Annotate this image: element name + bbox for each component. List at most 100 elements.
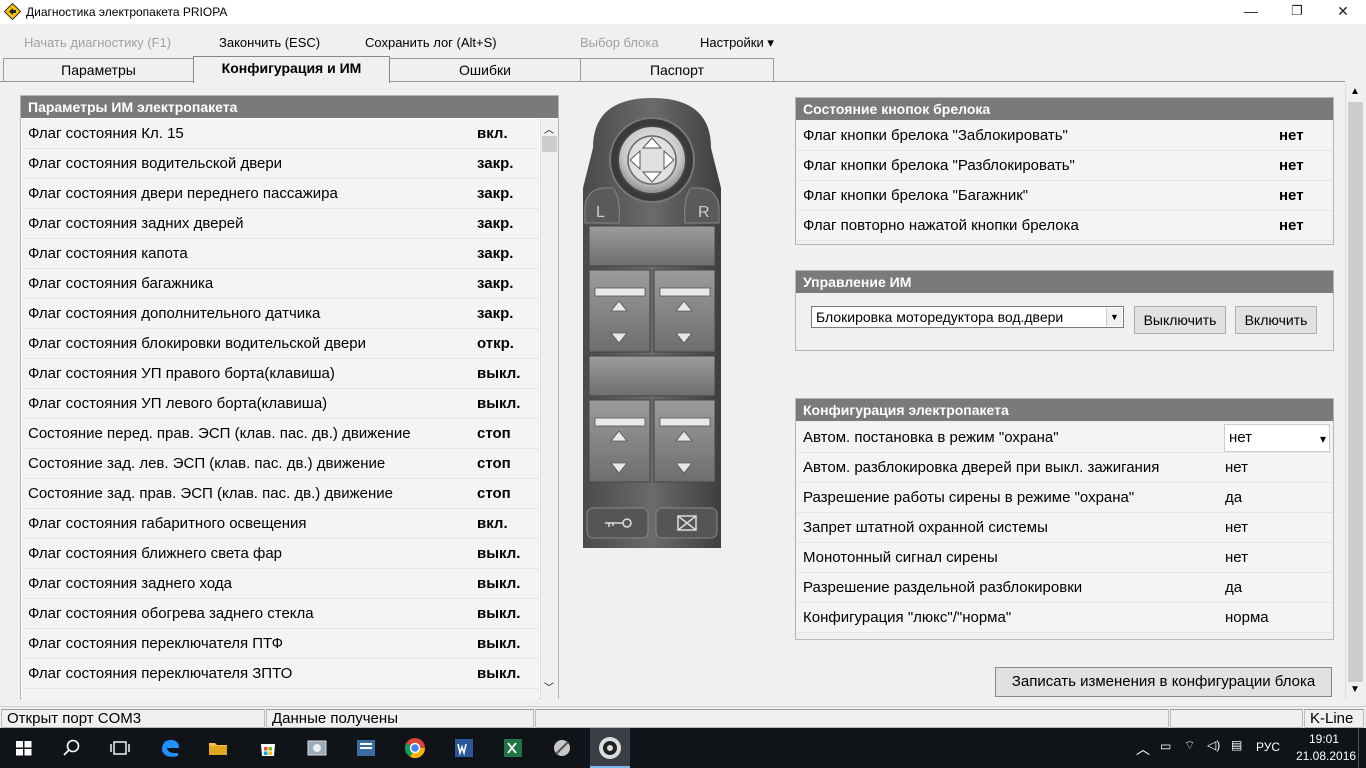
row-label: Состояние зад. лев. ЭСП (клав. пас. дв.)… — [28, 455, 386, 472]
list-item: Флаг состояния ближнего света фар выкл. — [22, 539, 539, 569]
row-value: выкл. — [477, 545, 521, 562]
excel-icon[interactable] — [499, 734, 527, 762]
row-label: Флаг повторно нажатой кнопки брелока — [803, 217, 1079, 234]
row-value: выкл. — [477, 395, 521, 412]
row-value: закр. — [477, 215, 514, 232]
tab-configuration[interactable]: Конфигурация и ИМ — [193, 56, 390, 83]
app-icon-2[interactable] — [352, 734, 380, 762]
row-label: Флаг состояния водительской двери — [28, 155, 283, 172]
row-value: да — [1225, 489, 1243, 506]
app-icon-1[interactable] — [303, 734, 331, 762]
row-value: нет — [1225, 549, 1248, 566]
list-item: Флаг состояния двери переднего пассажира… — [22, 179, 539, 209]
row-label: Флаг состояния двери переднего пассажира — [28, 185, 338, 202]
start-diagnostics-menu[interactable]: Начать диагностику (F1) — [24, 35, 171, 50]
turn-on-button[interactable]: Включить — [1235, 306, 1317, 334]
minimize-button[interactable]: — — [1228, 0, 1274, 24]
scroll-thumb[interactable] — [542, 136, 557, 152]
finish-menu[interactable]: Закончить (ESC) — [219, 35, 320, 50]
row-label: Автом. разблокировка дверей при выкл. за… — [803, 459, 1160, 476]
tab-parameters[interactable]: Параметры — [3, 58, 194, 82]
config-value-select[interactable]: нет ▾ — [1224, 424, 1330, 452]
row-label: Флаг состояния УП правого борта(клавиша) — [28, 365, 335, 382]
list-item: Монотонный сигнал сирены нет — [797, 543, 1332, 573]
status-data: Данные получены — [266, 709, 534, 728]
tray-chevron-icon[interactable]: ︿ — [1136, 739, 1150, 759]
app-icon-3[interactable] — [548, 734, 576, 762]
list-item: Флаг кнопки брелока "Заблокировать" нет — [797, 121, 1332, 151]
clock-date[interactable]: 21.08.2016 — [1296, 749, 1356, 763]
row-value: выкл. — [477, 605, 521, 622]
scroll-up-icon[interactable]: ▲ — [1350, 86, 1360, 97]
im-select[interactable]: Блокировка моторедуктора вод.двери ▼ — [811, 306, 1124, 328]
fob-title: Состояние кнопок брелока — [796, 98, 1333, 120]
list-item: Флаг состояния габаритного освещения вкл. — [22, 509, 539, 539]
windows-start-icon[interactable] — [10, 734, 38, 762]
select-block-menu[interactable]: Выбор блока — [580, 35, 659, 50]
chrome-icon[interactable] — [401, 734, 429, 762]
list-item: Конфигурация "люкс"/"норма" норма — [797, 603, 1332, 633]
row-value: закр. — [477, 275, 514, 292]
row-label: Флаг состояния заднего хода — [28, 575, 232, 592]
list-item: Флаг состояния переключателя ЗПТО выкл. — [22, 659, 539, 689]
row-value: стоп — [477, 425, 511, 442]
list-item: Флаг состояния дополнительного датчика за… — [22, 299, 539, 329]
write-config-button[interactable]: Записать изменения в конфигурации блока — [995, 667, 1332, 697]
notification-icon[interactable]: ▤ — [1231, 738, 1242, 752]
search-icon[interactable] — [58, 734, 86, 762]
priopa-app-icon[interactable] — [596, 734, 624, 762]
clock-time[interactable]: 19:01 — [1309, 732, 1339, 746]
task-view-icon[interactable] — [106, 734, 134, 762]
row-label: Флаг состояния Кл. 15 — [28, 125, 184, 142]
active-app-indicator[interactable] — [590, 728, 630, 768]
status-empty — [535, 709, 1169, 728]
store-icon[interactable] — [254, 734, 282, 762]
scroll-down-icon[interactable]: ﹀ — [544, 679, 554, 694]
dropdown-arrow-icon[interactable]: ▼ — [1106, 308, 1122, 326]
scroll-up-icon[interactable]: ︿ — [544, 121, 554, 136]
row-value: вкл. — [477, 125, 508, 142]
row-label: Флаг состояния блокировки водительской д… — [28, 335, 366, 352]
battery-icon[interactable]: ▭ — [1160, 739, 1171, 753]
row-value: вкл. — [477, 515, 508, 532]
row-label: Разрешение раздельной разблокировки — [803, 579, 1083, 596]
row-value: выкл. — [477, 575, 521, 592]
turn-off-button[interactable]: Выключить — [1134, 306, 1226, 334]
im-params-scrollbar[interactable]: ︿ ﹀ — [540, 119, 558, 699]
main-scrollbar[interactable]: ▲ ▼ — [1345, 84, 1364, 700]
window-title: Диагностика электропакета PRIOPA — [26, 5, 228, 19]
list-item: Флаг состояния заднего хода выкл. — [22, 569, 539, 599]
maximize-button[interactable]: ❐ — [1274, 0, 1320, 24]
main-scroll-thumb[interactable] — [1348, 102, 1363, 682]
language-indicator[interactable]: РУС — [1256, 740, 1280, 754]
close-button[interactable]: ✕ — [1320, 0, 1366, 24]
row-label: Состояние перед. прав. ЭСП (клав. пас. д… — [28, 425, 411, 442]
settings-menu[interactable]: Настройки ▾ — [700, 35, 774, 51]
row-value: закр. — [477, 155, 514, 172]
left-keypad-label: L — [596, 204, 605, 221]
dropdown-arrow-icon[interactable]: ▾ — [1320, 425, 1326, 453]
fob-panel: Состояние кнопок брелока Флаг кнопки бре… — [795, 97, 1334, 245]
volume-icon[interactable]: ◁) — [1207, 738, 1220, 752]
row-value: стоп — [477, 485, 511, 502]
row-label: Состояние зад. прав. ЭСП (клав. пас. дв.… — [28, 485, 393, 502]
wifi-icon[interactable]: ⌔ — [1184, 738, 1195, 753]
title-bar: Диагностика электропакета PRIOPA — ❐ ✕ — [0, 0, 1366, 24]
list-item: Флаг кнопки брелока "Багажник" нет — [797, 181, 1332, 211]
word-icon[interactable] — [450, 734, 478, 762]
row-value: нет — [1279, 127, 1304, 144]
file-explorer-icon[interactable] — [204, 734, 232, 762]
show-desktop-button[interactable] — [1358, 728, 1366, 768]
row-value: нет — [1225, 459, 1248, 476]
edge-browser-icon[interactable] — [156, 734, 184, 762]
scroll-down-icon[interactable]: ▼ — [1350, 684, 1360, 695]
row-label: Флаг состояния УП левого борта(клавиша) — [28, 395, 328, 412]
status-bar: Открыт порт COM3 Данные получены K-Line — [0, 706, 1366, 728]
tab-passport[interactable]: Паспорт — [580, 58, 774, 82]
row-value: закр. — [477, 245, 514, 262]
row-value: выкл. — [477, 365, 521, 382]
row-label: Флаг состояния переключателя ЗПТО — [28, 665, 293, 682]
app-icon — [4, 3, 21, 20]
save-log-menu[interactable]: Сохранить лог (Alt+S) — [365, 35, 497, 50]
tab-errors[interactable]: Ошибки — [389, 58, 581, 82]
